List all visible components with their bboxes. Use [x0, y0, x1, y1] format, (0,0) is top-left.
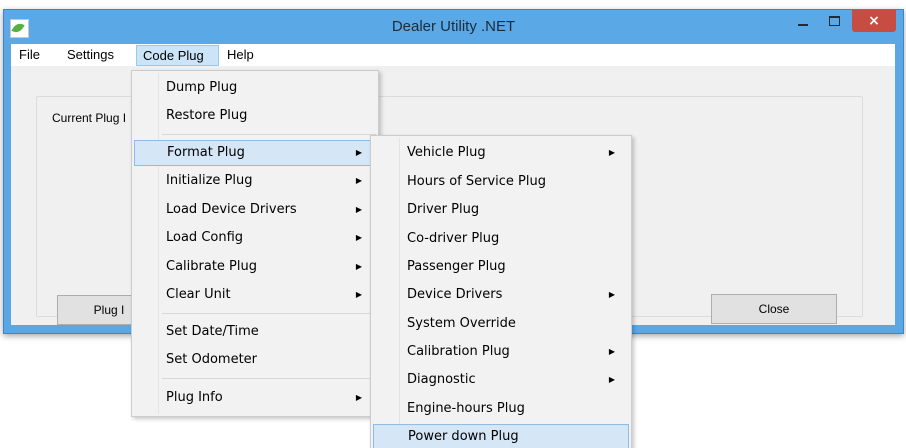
submenu-item-driver-plug[interactable]: Driver Plug: [373, 197, 629, 223]
menu-item-label: Format Plug: [167, 145, 245, 160]
submenu-item-diagnostic[interactable]: Diagnostic ▶: [373, 367, 629, 393]
menu-item-label: Driver Plug: [407, 202, 480, 217]
submenu-item-co-driver-plug[interactable]: Co-driver Plug: [373, 226, 629, 252]
submenu-item-passenger-plug[interactable]: Passenger Plug: [373, 254, 629, 280]
menu-item-label: Set Date/Time: [166, 324, 259, 339]
submenu-item-calibration-plug[interactable]: Calibration Plug ▶: [373, 339, 629, 365]
menu-item-load-device-drivers[interactable]: Load Device Drivers ▶: [134, 197, 376, 223]
submenu-arrow-icon: ▶: [608, 290, 615, 299]
minimize-icon: [798, 24, 808, 26]
menu-item-label: Set Odometer: [166, 352, 258, 367]
menu-item-label: Load Device Drivers: [166, 202, 297, 217]
menu-item-clear-unit[interactable]: Clear Unit ▶: [134, 282, 376, 308]
menu-item-label: Power down Plug: [408, 429, 519, 444]
menu-item-label: Clear Unit: [166, 287, 231, 302]
menu-separator: [162, 378, 376, 379]
menu-item-restore-plug[interactable]: Restore Plug: [134, 103, 376, 129]
maximize-icon: [829, 16, 840, 26]
close-button[interactable]: Close: [711, 294, 837, 324]
menu-item-label: Co-driver Plug: [407, 231, 500, 246]
menu-item-label: Diagnostic: [407, 372, 476, 387]
code-plug-menu: Dump Plug Restore Plug Format Plug ▶ Ini…: [131, 70, 379, 417]
menu-help[interactable]: Help: [223, 46, 258, 64]
group-label: Current Plug I: [52, 111, 127, 125]
menu-item-label: Vehicle Plug: [407, 145, 486, 160]
submenu-item-system-override[interactable]: System Override: [373, 311, 629, 337]
submenu-arrow-icon: ▶: [355, 393, 362, 402]
menu-code-plug[interactable]: Code Plug: [136, 45, 219, 66]
menu-item-label: Dump Plug: [166, 80, 238, 95]
menu-item-dump-plug[interactable]: Dump Plug: [134, 75, 376, 101]
menu-item-load-config[interactable]: Load Config ▶: [134, 225, 376, 251]
maximize-button[interactable]: [820, 10, 850, 34]
submenu-item-power-down-plug[interactable]: Power down Plug: [373, 424, 629, 448]
menu-item-label: Hours of Service Plug: [407, 174, 547, 189]
menu-separator: [162, 134, 376, 135]
submenu-arrow-icon: ▶: [355, 205, 362, 214]
menu-item-initialize-plug[interactable]: Initialize Plug ▶: [134, 168, 376, 194]
submenu-item-engine-hours-plug[interactable]: Engine-hours Plug: [373, 396, 629, 422]
menu-file[interactable]: File: [15, 46, 44, 64]
minimize-button[interactable]: [788, 10, 818, 34]
menu-bar: File Settings Code Plug Help: [11, 44, 895, 66]
submenu-arrow-icon: ▶: [355, 262, 362, 271]
menu-item-format-plug[interactable]: Format Plug ▶: [134, 140, 376, 166]
menu-item-label: Calibration Plug: [407, 344, 510, 359]
menu-item-label: Engine-hours Plug: [407, 401, 525, 416]
format-plug-submenu: Vehicle Plug ▶ Hours of Service Plug Dri…: [370, 135, 632, 448]
menu-item-label: Passenger Plug: [407, 259, 506, 274]
title-bar[interactable]: Dealer Utility .NET ×: [4, 10, 903, 44]
submenu-arrow-icon: ▶: [355, 176, 362, 185]
menu-item-label: Calibrate Plug: [166, 259, 257, 274]
menu-item-set-date-time[interactable]: Set Date/Time: [134, 319, 376, 345]
menu-item-label: Initialize Plug: [166, 173, 253, 188]
submenu-arrow-icon: ▶: [355, 148, 362, 157]
menu-item-set-odometer[interactable]: Set Odometer: [134, 347, 376, 373]
menu-item-label: Load Config: [166, 230, 244, 245]
screen: Dealer Utility .NET × File Settings Code…: [0, 0, 906, 448]
window-title: Dealer Utility .NET: [391, 18, 516, 35]
menu-item-label: Restore Plug: [166, 108, 248, 123]
submenu-arrow-icon: ▶: [608, 148, 615, 157]
menu-item-label: Device Drivers: [407, 287, 503, 302]
submenu-item-vehicle-plug[interactable]: Vehicle Plug ▶: [373, 140, 629, 166]
submenu-arrow-icon: ▶: [355, 290, 362, 299]
menu-item-calibrate-plug[interactable]: Calibrate Plug ▶: [134, 254, 376, 280]
submenu-arrow-icon: ▶: [355, 233, 362, 242]
menu-separator: [162, 313, 376, 314]
submenu-arrow-icon: ▶: [608, 347, 615, 356]
submenu-arrow-icon: ▶: [608, 375, 615, 384]
submenu-item-device-drivers[interactable]: Device Drivers ▶: [373, 282, 629, 308]
menu-item-plug-info[interactable]: Plug Info ▶: [134, 385, 376, 411]
menu-settings[interactable]: Settings: [63, 46, 118, 64]
menu-item-label: System Override: [407, 316, 516, 331]
close-window-button[interactable]: ×: [852, 10, 896, 32]
submenu-item-hours-of-service-plug[interactable]: Hours of Service Plug: [373, 169, 629, 195]
menu-item-label: Plug Info: [166, 390, 223, 405]
